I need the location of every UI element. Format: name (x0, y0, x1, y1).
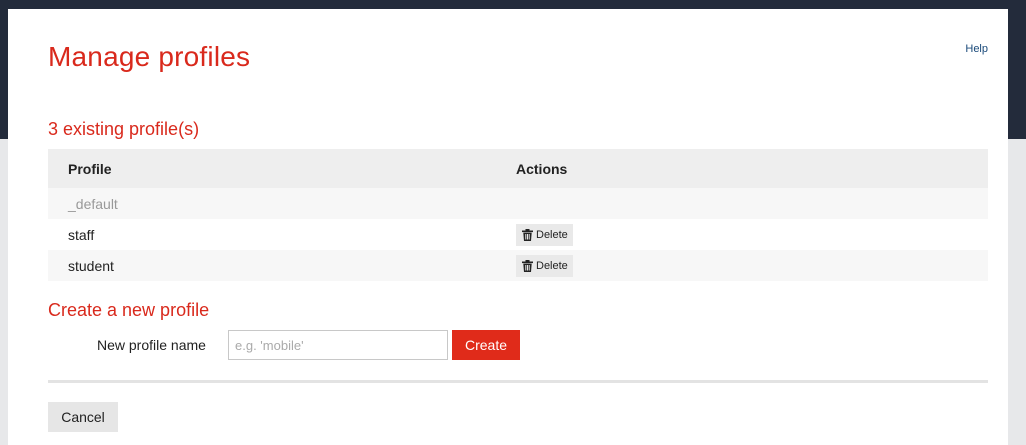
delete-label: Delete (536, 228, 568, 241)
manage-profiles-dialog: Manage profiles Help 3 existing profile(… (8, 9, 1008, 445)
new-profile-form: New profile name Create (48, 330, 988, 360)
create-button[interactable]: Create (452, 330, 520, 360)
column-header-actions: Actions (502, 149, 988, 188)
table-row: staff Delete (48, 219, 988, 250)
column-header-profile: Profile (48, 149, 502, 188)
profiles-count-heading: 3 existing profile(s) (48, 119, 200, 139)
profile-name: _default (68, 195, 118, 212)
table-row: student Delete (48, 250, 988, 281)
new-profile-name-label: New profile name (97, 337, 206, 353)
profile-name: student (68, 257, 114, 274)
delete-profile-button[interactable]: Delete (516, 254, 573, 277)
delete-label: Delete (536, 259, 568, 272)
page-title: Manage profiles (48, 41, 251, 72)
profile-name-cell: student (48, 250, 502, 281)
help-link[interactable]: Help (965, 43, 988, 55)
profile-name-cell: _default (48, 188, 502, 219)
new-profile-name-input[interactable] (228, 330, 448, 360)
actions-cell: Delete (502, 219, 988, 250)
profile-name: staff (68, 226, 95, 243)
divider (48, 380, 988, 383)
create-profile-heading: Create a new profile (48, 300, 210, 320)
actions-cell: Delete (502, 250, 988, 281)
trash-icon (522, 228, 533, 241)
actions-cell (502, 188, 988, 219)
trash-icon (522, 259, 533, 272)
delete-profile-button[interactable]: Delete (516, 223, 573, 246)
table-header-row: Profile Actions (48, 149, 988, 188)
profile-name-cell: staff (48, 219, 502, 250)
cancel-button[interactable]: Cancel (48, 402, 118, 432)
table-row: _default (48, 188, 988, 219)
profiles-table: Profile Actions _default staff Delete st… (48, 149, 988, 281)
